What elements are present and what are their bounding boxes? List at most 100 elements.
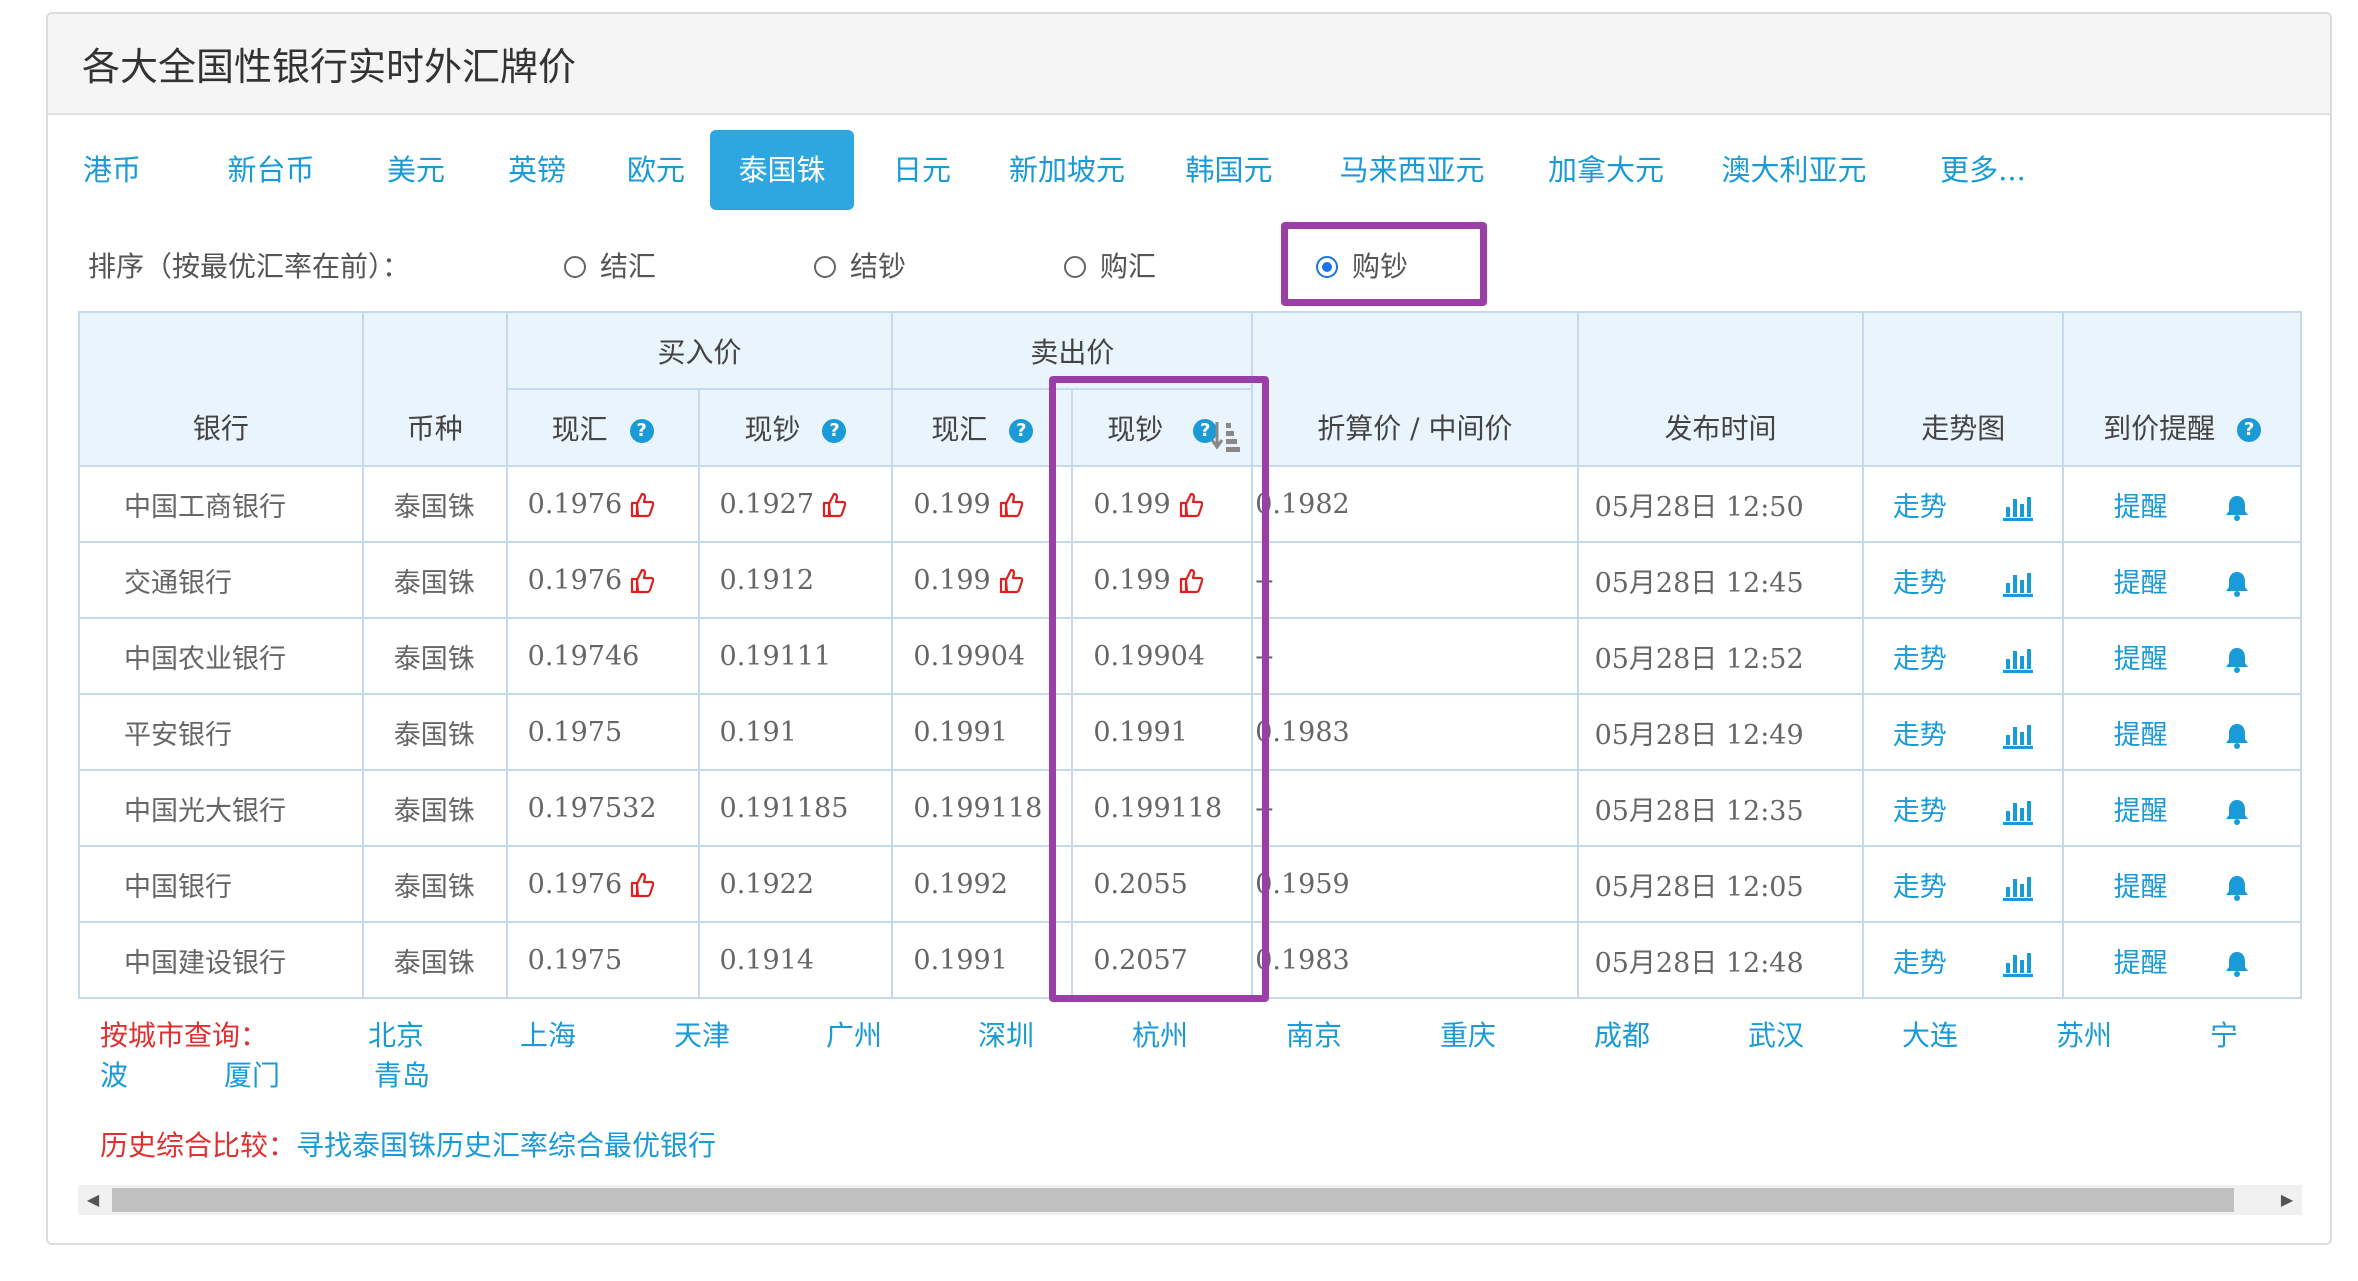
history-link[interactable]: 寻找泰国铢历史汇率综合最优银行 (296, 1129, 716, 1162)
cell-sell-spot: 0.1992 (891, 845, 1074, 923)
cell-alert: 提醒 (2062, 921, 2302, 999)
cell-bank: 中国建设银行 (78, 921, 364, 999)
alert-link[interactable]: 提醒 (2114, 872, 2168, 903)
tab-4[interactable]: 欧元 (604, 130, 708, 210)
history-label: 历史综合比较： (100, 1129, 297, 1162)
bell-icon[interactable] (2224, 722, 2250, 750)
cell-currency: 泰国铢 (361, 465, 508, 543)
bar-chart-icon[interactable] (2002, 571, 2033, 597)
bar-chart-icon[interactable] (2002, 951, 2033, 977)
alert-link[interactable]: 提醒 (2114, 720, 2168, 751)
city-link[interactable]: 大连 (1902, 1014, 1958, 1054)
cell-buy-cash: 0.1927 (697, 465, 894, 543)
cell-alert: 提醒 (2062, 617, 2302, 695)
sort-label: 排序（按最优汇率在前）： (88, 250, 411, 283)
alert-link[interactable]: 提醒 (2114, 568, 2168, 599)
thumbs-up-icon (822, 492, 847, 518)
city-link[interactable]: 青岛 (374, 1054, 430, 1094)
city-link[interactable]: 上海 (520, 1014, 576, 1054)
tab-10[interactable]: 加拿大元 (1530, 130, 1682, 210)
scroll-left-icon[interactable]: ◀ (78, 1185, 108, 1215)
tab-3[interactable]: 英镑 (484, 130, 590, 210)
tab-5[interactable]: 泰国铢 (710, 130, 854, 210)
alert-link[interactable]: 提醒 (2114, 492, 2168, 523)
city-link[interactable]: 北京 (368, 1014, 424, 1054)
tab-2[interactable]: 美元 (364, 130, 468, 210)
trend-link[interactable]: 走势 (1893, 872, 1947, 903)
cell-buy-spot: 0.1975 (505, 693, 700, 771)
trend-link[interactable]: 走势 (1893, 796, 1947, 827)
scroll-right-icon[interactable]: ▶ (2272, 1185, 2302, 1215)
bell-icon[interactable] (2224, 494, 2250, 522)
header-buy-spot: 现汇? (505, 388, 700, 467)
tab-11[interactable]: 澳大利亚元 (1704, 130, 1884, 210)
radio-circle-icon (1064, 256, 1086, 278)
help-icon[interactable]: ? (822, 419, 847, 443)
sort-radio-gouhui[interactable]: 购汇 (1064, 244, 1156, 290)
city-link[interactable]: 厦门 (224, 1054, 280, 1094)
header-bank: 银行 (78, 311, 364, 467)
cell-bank: 平安银行 (78, 693, 364, 771)
help-icon[interactable]: ? (2237, 418, 2262, 442)
alert-link[interactable]: 提醒 (2114, 644, 2168, 675)
sort-radio-jiechao[interactable]: 结钞 (814, 244, 906, 290)
bell-icon[interactable] (2224, 570, 2250, 598)
bar-chart-icon[interactable] (2002, 799, 2033, 825)
cell-currency: 泰国铢 (361, 617, 508, 695)
tab-8[interactable]: 韩国元 (1166, 130, 1292, 210)
city-link[interactable]: 武汉 (1748, 1014, 1804, 1054)
city-link[interactable]: 成都 (1594, 1014, 1650, 1054)
bar-chart-icon[interactable] (2002, 647, 2033, 673)
bar-chart-icon[interactable] (2002, 495, 2033, 521)
tab-0[interactable]: 港币 (62, 130, 162, 210)
help-icon[interactable]: ? (1009, 419, 1034, 443)
tab-6[interactable]: 日元 (870, 130, 974, 210)
bell-icon[interactable] (2224, 646, 2250, 674)
highlight-box-sell-cash-column (1049, 376, 1269, 1002)
cell-trend: 走势 (1862, 693, 2065, 771)
city-link[interactable]: 深圳 (978, 1014, 1034, 1054)
trend-link[interactable]: 走势 (1893, 492, 1947, 523)
cell-buy-cash: 0.191185 (697, 769, 894, 847)
city-link[interactable]: 苏州 (2056, 1014, 2112, 1054)
alert-link[interactable]: 提醒 (2114, 948, 2168, 979)
cell-bank: 中国光大银行 (78, 769, 364, 847)
city-link[interactable]: 南京 (1286, 1014, 1342, 1054)
cell-bank: 中国银行 (78, 845, 364, 923)
trend-link[interactable]: 走势 (1893, 644, 1947, 675)
cell-bank: 交通银行 (78, 541, 364, 619)
cell-buy-spot: 0.1976 (505, 541, 700, 619)
tab-12[interactable]: 更多... (1908, 130, 2058, 210)
city-link[interactable]: 广州 (826, 1014, 882, 1054)
cell-mid: -- (1251, 617, 1579, 695)
bell-icon[interactable] (2224, 874, 2250, 902)
city-link[interactable]: 重庆 (1440, 1014, 1496, 1054)
city-link[interactable]: 杭州 (1132, 1014, 1188, 1054)
city-link[interactable]: 天津 (674, 1014, 730, 1054)
bell-icon[interactable] (2224, 950, 2250, 978)
cell-currency: 泰国铢 (361, 693, 508, 771)
header-time: 发布时间 (1576, 311, 1865, 467)
trend-link[interactable]: 走势 (1893, 948, 1947, 979)
city-link[interactable]: 宁 (2210, 1014, 2238, 1054)
bell-icon[interactable] (2224, 798, 2250, 826)
cell-mid: 0.1959 (1251, 845, 1579, 923)
horizontal-scrollbar[interactable]: ◀ ▶ (78, 1185, 2302, 1215)
trend-link[interactable]: 走势 (1893, 568, 1947, 599)
city-link[interactable]: 波 (100, 1054, 128, 1094)
tab-1[interactable]: 新台币 (196, 130, 346, 210)
bar-chart-icon[interactable] (2002, 875, 2033, 901)
thumbs-up-icon (631, 872, 655, 898)
cell-buy-cash: 0.191 (697, 693, 894, 771)
tab-9[interactable]: 马来西亚元 (1322, 130, 1502, 210)
radio-circle-icon (814, 256, 836, 278)
cell-time: 05月28日 12:52 (1576, 617, 1865, 695)
scrollbar-thumb[interactable] (112, 1188, 2234, 1212)
thumbs-up-icon (631, 568, 655, 594)
alert-link[interactable]: 提醒 (2114, 796, 2168, 827)
bar-chart-icon[interactable] (2002, 723, 2033, 749)
sort-radio-jiehui[interactable]: 结汇 (564, 244, 656, 290)
trend-link[interactable]: 走势 (1893, 720, 1947, 751)
tab-7[interactable]: 新加坡元 (992, 130, 1142, 210)
help-icon[interactable]: ? (629, 419, 654, 443)
